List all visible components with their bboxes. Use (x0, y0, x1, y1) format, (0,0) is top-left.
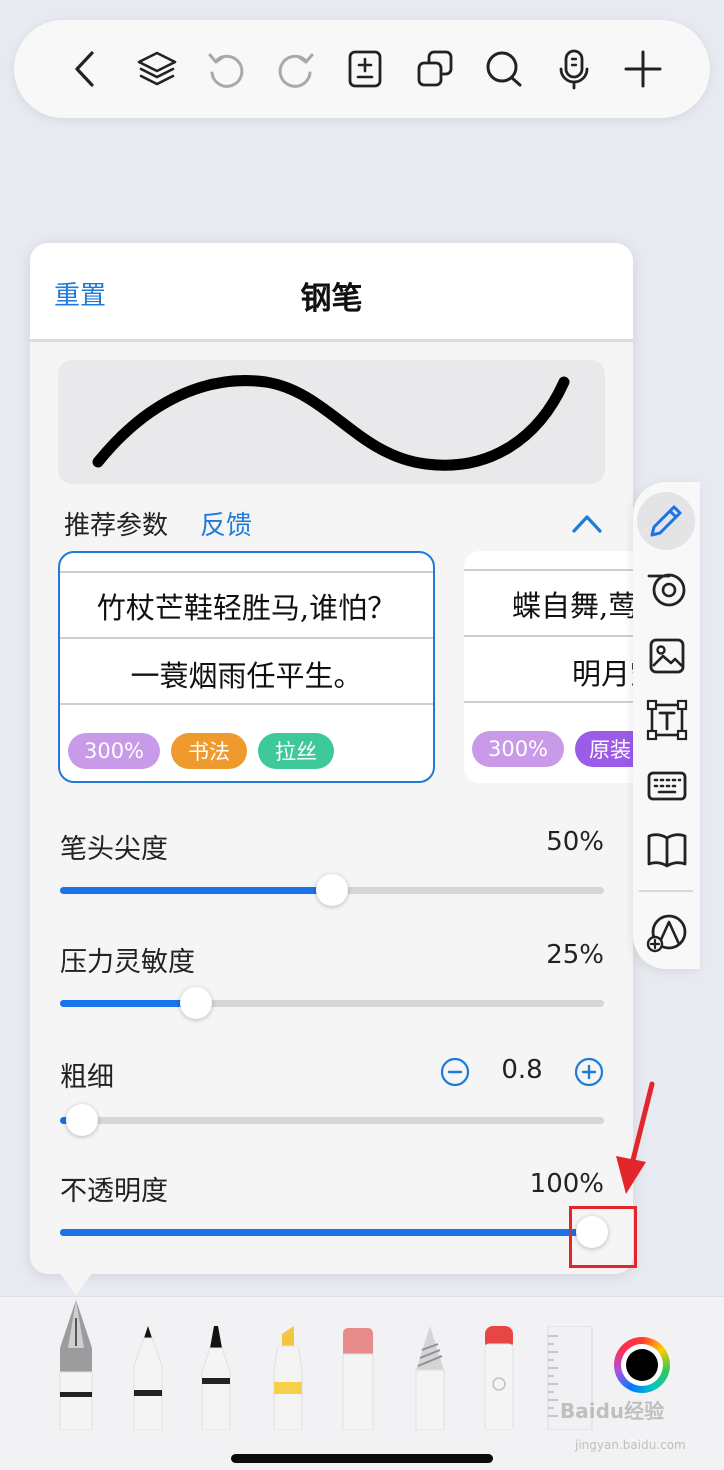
add-button[interactable] (618, 44, 668, 94)
brush-tool[interactable] (482, 1326, 516, 1430)
marker-tool[interactable] (200, 1326, 232, 1430)
book-icon (647, 833, 687, 868)
preset-text-line: 明月空 (572, 657, 633, 691)
shapes-tool-button[interactable] (641, 906, 693, 958)
pen-tool-button[interactable] (637, 492, 695, 550)
pencil-icon (415, 1326, 445, 1430)
eraser-icon (342, 1328, 374, 1430)
slider-thumb[interactable] (65, 1104, 98, 1136)
image-icon (649, 638, 685, 674)
pencil-tool[interactable] (414, 1326, 446, 1430)
copy-button[interactable] (410, 44, 460, 94)
image-tool-button[interactable] (641, 630, 693, 682)
copy-icon (417, 50, 452, 87)
opacity-label: 不透明度 (60, 1176, 168, 1207)
current-color-swatch (626, 1349, 658, 1381)
textbox-tool-button[interactable] (641, 694, 693, 746)
undo-icon (208, 53, 244, 88)
watermark-url: jingyan.baidu.com (575, 1438, 686, 1452)
panel-pointer (58, 1270, 94, 1296)
fountain-pen-icon (59, 1300, 93, 1430)
watermark-brand: Baidu经验 (560, 1399, 665, 1423)
microphone-button[interactable] (549, 44, 599, 94)
preset-text-line: 一蓑烟雨任平生。 (130, 659, 363, 693)
preset-tag: 拉丝 (258, 733, 334, 769)
recommended-label: 推荐参数 (64, 511, 169, 541)
redo-icon (278, 53, 313, 88)
top-toolbar (14, 20, 710, 118)
plus-circle-icon[interactable] (574, 1057, 604, 1087)
chevron-up-icon[interactable] (570, 509, 604, 537)
annotation-highlight-box (569, 1206, 637, 1268)
redo-button[interactable] (271, 44, 321, 94)
thickness-value: 0.8 (501, 1055, 543, 1085)
marker-icon (201, 1326, 231, 1430)
ballpoint-pen-icon (133, 1326, 163, 1430)
stroke-preview-curve (92, 375, 570, 471)
thickness-control: 粗细 0.8 (60, 1055, 604, 1136)
textbox-icon (646, 699, 688, 741)
search-button[interactable] (479, 44, 529, 94)
layers-button[interactable] (132, 44, 182, 94)
highlighter-tool[interactable] (270, 1326, 306, 1430)
highlighter-icon (273, 1326, 303, 1430)
annotation-arrow (616, 1081, 655, 1194)
tape-tool-button[interactable] (641, 562, 693, 614)
fountain-pen-tool[interactable] (56, 1298, 96, 1430)
tip-sharpness-control: 笔头尖度 50% (60, 827, 604, 907)
panel-title: 钢笔 (300, 281, 363, 317)
feedback-link[interactable]: 反馈 (200, 505, 252, 542)
keyboard-icon (647, 771, 687, 801)
preset-text-line: 竹杖芒鞋轻胜马,谁怕？ (96, 591, 397, 625)
preset-tag: 原装 (575, 731, 633, 767)
eraser-tool[interactable] (342, 1328, 374, 1430)
thickness-label: 粗细 (60, 1062, 114, 1093)
book-tool-button[interactable] (641, 824, 693, 876)
shapes-icon (646, 914, 687, 953)
pen-settings-panel: 重置 钢笔 推荐参数 反馈 竹杖芒鞋轻胜马,谁怕？ 一蓑烟雨任平生。 300% … (30, 243, 633, 1274)
recommended-row: 推荐参数 反馈 (64, 503, 604, 543)
preset-tag: 300% (472, 731, 564, 767)
opacity-slider[interactable] (60, 1216, 608, 1248)
page-add-icon (348, 50, 382, 88)
tip-sharpness-slider[interactable] (60, 874, 604, 906)
pressure-value: 25% (546, 940, 604, 970)
stroke-preview (58, 360, 605, 484)
color-picker[interactable] (614, 1337, 670, 1393)
preset-text-line: 蝶自舞,莺自 (512, 589, 633, 623)
pen-icon (650, 505, 682, 537)
pressure-label: 压力灵敏度 (60, 947, 195, 978)
minus-circle-icon[interactable] (440, 1057, 470, 1087)
tip-sharpness-value: 50% (546, 827, 604, 857)
keyboard-tool-button[interactable] (641, 760, 693, 812)
back-icon (75, 51, 94, 87)
opacity-control: 不透明度 100% (60, 1169, 608, 1249)
tape-icon (647, 573, 686, 607)
thickness-slider[interactable] (60, 1104, 604, 1136)
side-toolbar (633, 482, 700, 969)
undo-button[interactable] (201, 44, 251, 94)
pressure-slider[interactable] (60, 987, 604, 1019)
preset-card[interactable]: 蝶自舞,莺自 明月空 300% 原装 (464, 551, 633, 783)
slider-thumb[interactable] (180, 987, 212, 1019)
page-add-button[interactable] (340, 44, 390, 94)
microphone-icon (559, 49, 588, 90)
search-icon (486, 51, 522, 87)
home-indicator[interactable] (231, 1454, 493, 1463)
opacity-value: 100% (529, 1169, 604, 1199)
preset-tag: 300% (68, 733, 160, 769)
preset-tag: 书法 (171, 733, 247, 769)
panel-header: 重置 钢笔 (30, 243, 633, 342)
tip-sharpness-label: 笔头尖度 (60, 834, 168, 865)
side-toolbar-divider (639, 890, 693, 892)
preset-card[interactable]: 竹杖芒鞋轻胜马,谁怕？ 一蓑烟雨任平生。 300% 书法 拉丝 (58, 551, 435, 783)
pressure-control: 压力灵敏度 25% (60, 940, 604, 1020)
back-button[interactable] (62, 44, 112, 94)
ballpoint-pen-tool[interactable] (132, 1326, 164, 1430)
brush-icon (484, 1326, 514, 1430)
slider-thumb[interactable] (316, 874, 348, 906)
plus-icon (624, 50, 662, 88)
layers-icon (137, 51, 176, 86)
